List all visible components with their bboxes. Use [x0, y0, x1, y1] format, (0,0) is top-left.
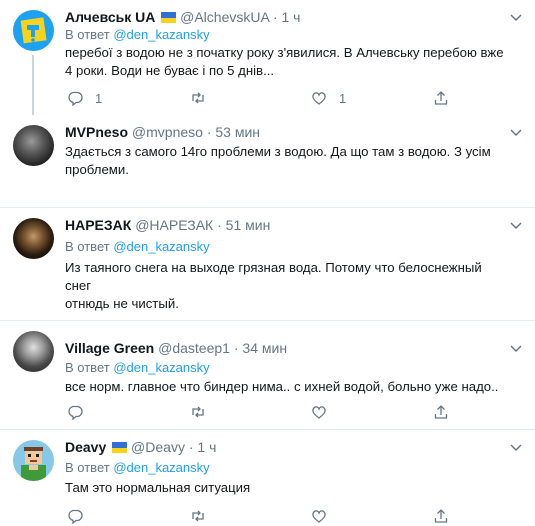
tweet-text-line: 4 роки. Води не буває і по 5 днів... [65, 63, 275, 78]
user-handle[interactable]: @Deavy [131, 439, 185, 455]
reply-count: 1 [95, 90, 103, 106]
tweet-item[interactable]: MVPneso @mvpneso · 53 мин Здається з сам… [0, 115, 535, 208]
tweet-header: Алчевськ UA @AlchevskUA · 1 ч [65, 8, 300, 26]
reply-icon [68, 91, 83, 106]
tweet-header: НАРЕЗАК @НАРЕЗАК · 51 мин [65, 216, 270, 234]
share-button[interactable] [433, 506, 449, 526]
retweet-button[interactable] [190, 88, 206, 108]
tweet-text: Здається з самого 14го проблеми з водою.… [65, 143, 510, 179]
retweet-button[interactable] [190, 506, 206, 526]
separator: · [233, 340, 239, 356]
like-count: 1 [339, 90, 347, 106]
avatar[interactable] [13, 440, 54, 481]
display-name[interactable]: НАРЕЗАК [65, 217, 131, 233]
tweet-actions: 1 1 [65, 88, 465, 108]
reply-prefix: В ответ [65, 27, 110, 42]
separator: · [188, 439, 194, 455]
share-icon [434, 91, 448, 105]
reply-prefix: В ответ [65, 460, 110, 475]
avatar[interactable] [13, 331, 54, 372]
heart-icon [312, 406, 326, 419]
display-name[interactable]: Village Green [65, 340, 154, 356]
tweet-item[interactable]: Алчевськ UA @AlchevskUA · 1 ч В ответ @d… [0, 0, 535, 115]
display-name[interactable]: Deavy [65, 439, 106, 455]
heart-icon [312, 92, 326, 105]
reply-context: В ответ @den_kazansky [65, 359, 210, 376]
timestamp[interactable]: 1 ч [197, 439, 216, 455]
tweet-text-line: перебої з водою не з початку року з'явил… [65, 45, 504, 60]
like-button[interactable]: 1 [311, 88, 346, 108]
heart-icon [312, 510, 326, 523]
tweet-actions [65, 402, 465, 422]
tweet-text-line: Здається з самого 14го проблеми з водою.… [65, 144, 491, 159]
tweet-text-line: все норм. главное что биндер нима.. с их… [65, 379, 499, 394]
user-handle[interactable]: @НАРЕЗАК [135, 217, 213, 233]
tweet-text: Там это нормальная ситуация [65, 479, 510, 497]
share-button[interactable] [433, 402, 449, 422]
timestamp[interactable]: 51 мин [226, 217, 271, 233]
retweet-button[interactable] [190, 402, 206, 422]
reply-context: В ответ @den_kazansky [65, 26, 210, 43]
tweet-text-line: отнюдь не чистый. [65, 296, 179, 311]
chevron-down-icon[interactable] [509, 218, 523, 232]
reply-mention-link[interactable]: @den_kazansky [113, 460, 209, 475]
tweet-item[interactable]: Village Green @dasteep1 · 34 мин В ответ… [0, 321, 535, 430]
ukraine-flag-icon [161, 12, 177, 23]
thread-line [32, 55, 34, 115]
tweet-text: все норм. главное что биндер нима.. с их… [65, 378, 510, 396]
pixel-art-icon [21, 447, 46, 481]
timestamp[interactable]: 1 ч [282, 9, 301, 25]
reply-icon [68, 509, 83, 524]
tweet-header: Deavy @Deavy · 1 ч [65, 438, 216, 456]
reply-context: В ответ @den_kazansky [65, 459, 210, 476]
avatar[interactable] [13, 125, 54, 166]
display-name[interactable]: MVPneso [65, 124, 128, 140]
tweet-text-line: Там это нормальная ситуация [65, 480, 251, 495]
tweet-item[interactable]: НАРЕЗАК @НАРЕЗАК · 51 мин В ответ @den_k… [0, 208, 535, 321]
reply-button[interactable]: 1 [67, 88, 102, 108]
user-handle[interactable]: @dasteep1 [158, 340, 230, 356]
avatar[interactable] [13, 10, 54, 51]
user-handle[interactable]: @AlchevskUA [180, 9, 269, 25]
separator: · [272, 9, 278, 25]
reply-context: В ответ @den_kazansky [65, 238, 210, 255]
user-handle[interactable]: @mvpneso [132, 124, 203, 140]
yellow-tap-logo-icon [20, 17, 47, 44]
like-button[interactable] [311, 402, 327, 422]
reply-prefix: В ответ [65, 239, 110, 254]
chevron-down-icon[interactable] [509, 125, 523, 139]
chevron-down-icon[interactable] [509, 341, 523, 355]
timestamp[interactable]: 34 мин [242, 340, 287, 356]
retweet-icon [192, 92, 204, 104]
reply-mention-link[interactable]: @den_kazansky [113, 27, 209, 42]
chevron-down-icon[interactable] [509, 440, 523, 454]
ukraine-flag-icon [112, 442, 128, 453]
retweet-icon [192, 510, 204, 522]
reply-mention-link[interactable]: @den_kazansky [113, 239, 209, 254]
reply-prefix: В ответ [65, 360, 110, 375]
reply-button[interactable] [67, 402, 83, 422]
tweet-header: Village Green @dasteep1 · 34 мин [65, 339, 287, 357]
tweet-text: перебої з водою не з початку року з'явил… [65, 44, 510, 80]
reply-mention-link[interactable]: @den_kazansky [113, 360, 209, 375]
tweet-text-line: Из таяного снега на выходе грязная вода.… [65, 260, 482, 293]
share-icon [434, 405, 448, 419]
separator: · [217, 217, 222, 233]
separator: · [206, 124, 212, 140]
chevron-down-icon[interactable] [509, 10, 523, 24]
like-button[interactable] [311, 506, 327, 526]
share-button[interactable] [433, 88, 449, 108]
tweet-text: Из таяного снега на выходе грязная вода.… [65, 259, 510, 313]
display-name[interactable]: Алчевськ UA [65, 9, 155, 25]
timestamp[interactable]: 53 мин [215, 124, 260, 140]
tweet-item[interactable]: Deavy @Deavy · 1 ч В ответ @den_kazansky… [0, 430, 535, 526]
reply-button[interactable] [67, 506, 83, 526]
avatar[interactable] [13, 218, 54, 259]
tweet-actions [65, 506, 465, 526]
retweet-icon [192, 406, 204, 418]
tweet-header: MVPneso @mvpneso · 53 мин [65, 123, 260, 141]
share-icon [434, 509, 448, 523]
reply-icon [68, 405, 83, 420]
tweet-text-line: проблеми. [65, 162, 129, 177]
